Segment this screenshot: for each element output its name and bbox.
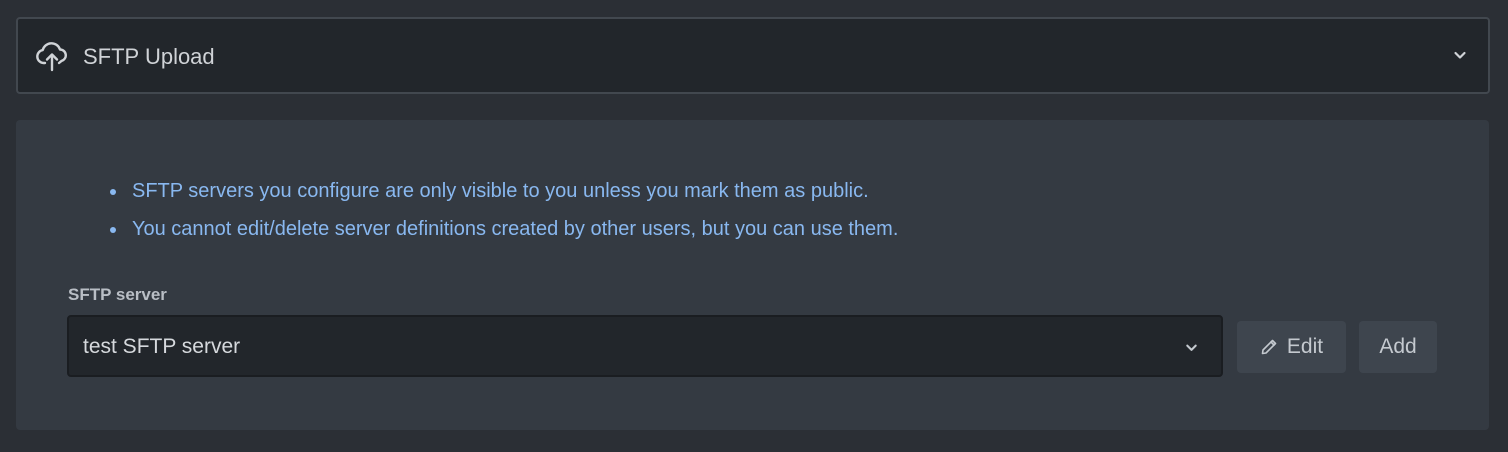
sftp-upload-accordion-header[interactable]: SFTP Upload (16, 17, 1490, 94)
pencil-icon (1261, 339, 1277, 355)
cloud-upload-icon (36, 42, 67, 72)
chevron-down-icon (1186, 344, 1197, 351)
edit-server-button[interactable]: Edit (1237, 321, 1346, 373)
add-button-label: Add (1379, 335, 1417, 358)
info-notes-list: SFTP servers you configure are only visi… (106, 172, 898, 248)
accordion-title: SFTP Upload (83, 44, 215, 69)
edit-button-label: Edit (1286, 335, 1324, 358)
info-note: You cannot edit/delete server definition… (106, 210, 898, 248)
sftp-server-select[interactable]: test SFTP server (67, 315, 1223, 377)
sftp-upload-panel: SFTP servers you configure are only visi… (16, 120, 1489, 430)
sftp-server-selected-value: test SFTP server (83, 335, 241, 358)
sftp-server-label: SFTP server (68, 285, 167, 304)
add-server-button[interactable]: Add (1359, 321, 1437, 373)
chevron-down-icon (1454, 51, 1466, 59)
info-note: SFTP servers you configure are only visi… (106, 172, 898, 210)
